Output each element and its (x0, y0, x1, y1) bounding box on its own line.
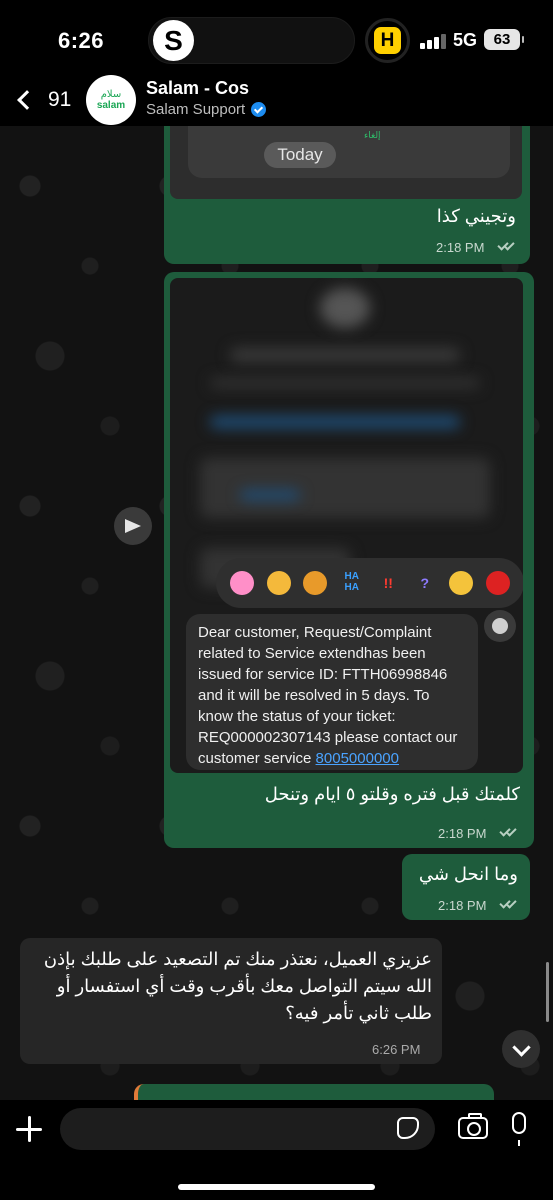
next-message-preview (134, 1084, 494, 1100)
laugh-reaction-icon[interactable] (449, 571, 474, 595)
signal-icon (420, 33, 446, 49)
contact-name[interactable]: Salam - Cos (146, 78, 249, 99)
read-receipt-icon (497, 239, 518, 251)
message-bubble-outgoing[interactable]: إلغاء Today وتجيني كذا 2:18 PM (164, 126, 530, 264)
message-bubble-incoming[interactable]: عزيزي العميل، نعتذر منك تم التصعيد على ط… (20, 938, 442, 1064)
add-reaction-icon[interactable] (484, 610, 516, 642)
chevron-left-icon (17, 90, 37, 110)
island-app-icon[interactable]: S (153, 20, 194, 61)
message-text: وتجيني كذا (436, 206, 516, 226)
avatar-logo-en: salam (96, 99, 126, 111)
read-receipt-icon (499, 897, 520, 909)
exclamation-reaction-icon[interactable]: !! (376, 571, 400, 595)
camera-icon[interactable] (458, 1113, 488, 1139)
network-type: 5G (453, 30, 478, 50)
unread-count: 91 (48, 88, 72, 111)
sms-notification: Dear customer, Request/Complaint related… (186, 614, 478, 770)
scrollbar[interactable] (546, 962, 549, 1022)
status-bar: 6:26 S H 5G 63 (0, 0, 553, 80)
message-image[interactable]: HA HA !! ? Dear customer, Request/Complai… (170, 278, 523, 773)
message-input[interactable] (60, 1108, 435, 1150)
plus-icon[interactable] (16, 1116, 44, 1144)
message-text: وما انحل شي (418, 864, 518, 884)
home-indicator[interactable] (178, 1184, 375, 1190)
image-text: إلغاء (364, 130, 381, 140)
message-bubble-outgoing[interactable]: HA HA !! ? Dear customer, Request/Complai… (164, 272, 534, 848)
question-reaction-icon[interactable]: ? (413, 571, 437, 595)
sms-text: Dear customer, Request/Complaint related… (198, 624, 458, 767)
contact-subtitle-text: Salam Support (146, 101, 246, 118)
microphone-icon[interactable] (512, 1112, 526, 1146)
date-chip: Today (264, 142, 336, 168)
forward-icon[interactable] (114, 507, 152, 545)
heart-reaction-icon[interactable] (230, 571, 255, 595)
sms-phone-link[interactable]: 8005000000 (316, 750, 399, 767)
chat-area[interactable]: إلغاء Today وتجيني كذا 2:18 PM HA HA !! ? (0, 126, 553, 1100)
message-time: 2:18 PM (436, 240, 485, 255)
message-time: 2:18 PM (438, 898, 487, 913)
chat-header: 91 سلام salam Salam - Cos Salam Support (0, 75, 553, 126)
thumbs-down-reaction-icon[interactable] (303, 571, 328, 595)
message-text: عزيزي العميل، نعتذر منك تم التصعيد على ط… (43, 949, 432, 1023)
composer-bar (0, 1100, 553, 1200)
verified-badge-icon (251, 102, 267, 117)
message-bubble-outgoing[interactable]: وما انحل شي 2:18 PM (402, 854, 530, 920)
haha-reaction-icon[interactable]: HA HA (340, 571, 364, 595)
message-image[interactable]: إلغاء Today (170, 126, 522, 199)
message-time: 6:26 PM (372, 1042, 421, 1057)
thumbs-up-reaction-icon[interactable] (266, 571, 291, 595)
avatar[interactable]: سلام salam (86, 75, 136, 125)
read-receipt-icon (499, 825, 520, 837)
message-time: 2:18 PM (438, 826, 487, 841)
status-time: 6:26 (58, 28, 105, 53)
back-button[interactable]: 91 (10, 80, 71, 120)
message-text: كلمتك قبل فتره وقلتو ٥ ايام وتنحل (264, 784, 520, 804)
red-heart-reaction-icon[interactable] (485, 571, 510, 595)
live-activity-icon[interactable]: H (365, 18, 410, 63)
live-activity-label: H (374, 27, 401, 54)
battery-icon: 63 (484, 29, 524, 50)
avatar-logo-ar: سلام (100, 88, 122, 100)
scroll-to-bottom-button[interactable] (502, 1030, 540, 1068)
contact-subtitle[interactable]: Salam Support (146, 101, 267, 118)
reaction-bar[interactable]: HA HA !! ? (216, 558, 523, 608)
